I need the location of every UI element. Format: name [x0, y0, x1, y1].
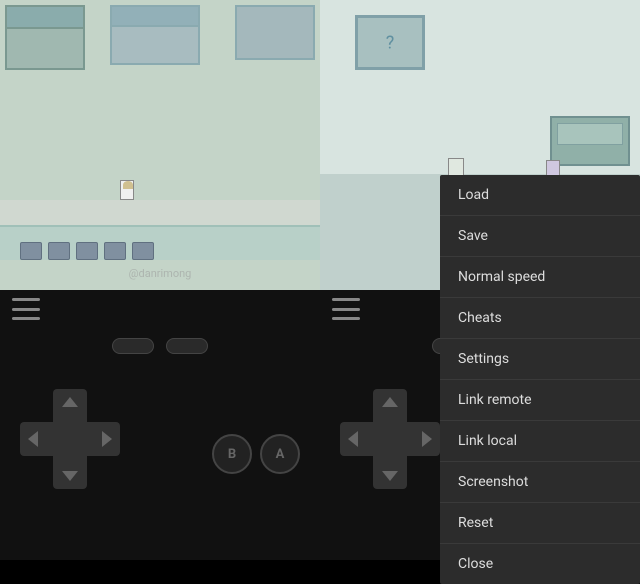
counter [550, 116, 630, 166]
menu-item-link-local[interactable]: Link local [440, 421, 640, 462]
menu-item-close[interactable]: Close [440, 544, 640, 584]
dpad-right-icon [102, 431, 112, 447]
hamburger-line [12, 308, 40, 311]
ab-buttons-left: B A [212, 434, 300, 474]
menu-item-cheats[interactable]: Cheats [440, 298, 640, 339]
barrier [20, 242, 154, 260]
dpad-up-icon [382, 397, 398, 407]
barrier-item [48, 242, 70, 260]
select-button[interactable] [112, 338, 154, 354]
right-panel: A Load Save Normal speed Cheats Settings… [320, 0, 640, 560]
hamburger-line [12, 317, 40, 320]
player-character [120, 180, 134, 200]
dpad-left[interactable] [20, 389, 120, 489]
dpad-down-icon [62, 471, 78, 481]
dpad-right[interactable] [340, 389, 440, 489]
select-start-buttons [112, 338, 208, 354]
dpad-right-icon [422, 431, 432, 447]
gamepad-area-left: B A [0, 328, 320, 560]
b-button-left[interactable]: B [212, 434, 252, 474]
hamburger-button-left[interactable] [12, 298, 40, 320]
menu-item-settings[interactable]: Settings [440, 339, 640, 380]
menu-item-screenshot[interactable]: Screenshot [440, 462, 640, 503]
watermark-left: @danrimong [129, 267, 192, 280]
pixel-scene-left: @danrimong [0, 0, 320, 290]
controls-area-left: B A [0, 290, 320, 560]
building-3 [235, 5, 315, 60]
menu-item-save[interactable]: Save [440, 216, 640, 257]
menu-item-link-remote[interactable]: Link remote [440, 380, 640, 421]
hamburger-line [12, 298, 40, 301]
game-screen-left: @danrimong [0, 0, 320, 290]
dpad-left-icon [348, 431, 358, 447]
menu-item-load[interactable]: Load [440, 175, 640, 216]
start-button[interactable] [166, 338, 208, 354]
barrier-item [76, 242, 98, 260]
wall-decoration [355, 15, 425, 70]
barrier-item [104, 242, 126, 260]
hamburger-line [332, 298, 360, 301]
hamburger-line [332, 317, 360, 320]
building-1 [5, 5, 85, 70]
left-panel: @danrimong [0, 0, 320, 560]
dropdown-menu: Load Save Normal speed Cheats Settings L… [440, 175, 640, 584]
barrier-item [132, 242, 154, 260]
menu-bar-left [0, 290, 320, 328]
a-button-left[interactable]: A [260, 434, 300, 474]
menu-item-reset[interactable]: Reset [440, 503, 640, 544]
dpad-up-icon [62, 397, 78, 407]
barrier-item [20, 242, 42, 260]
building-2 [110, 5, 200, 65]
dpad-down-icon [382, 471, 398, 481]
menu-item-normal-speed[interactable]: Normal speed [440, 257, 640, 298]
dpad-left-icon [28, 431, 38, 447]
hamburger-button-right[interactable] [332, 298, 360, 320]
hamburger-line [332, 308, 360, 311]
